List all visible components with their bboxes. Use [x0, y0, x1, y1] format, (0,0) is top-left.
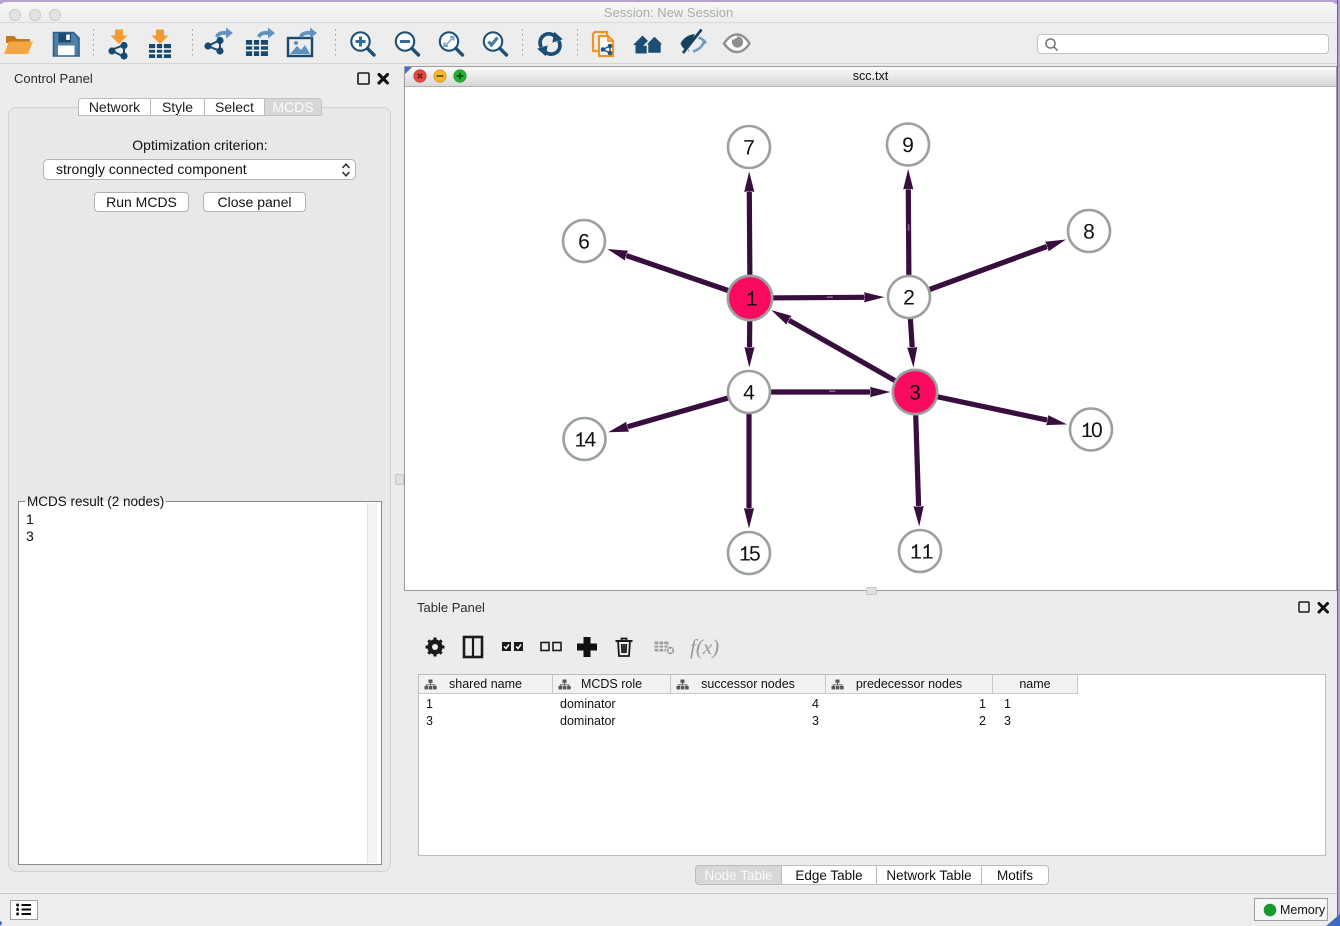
svg-text:f(x): f(x)	[690, 635, 719, 659]
